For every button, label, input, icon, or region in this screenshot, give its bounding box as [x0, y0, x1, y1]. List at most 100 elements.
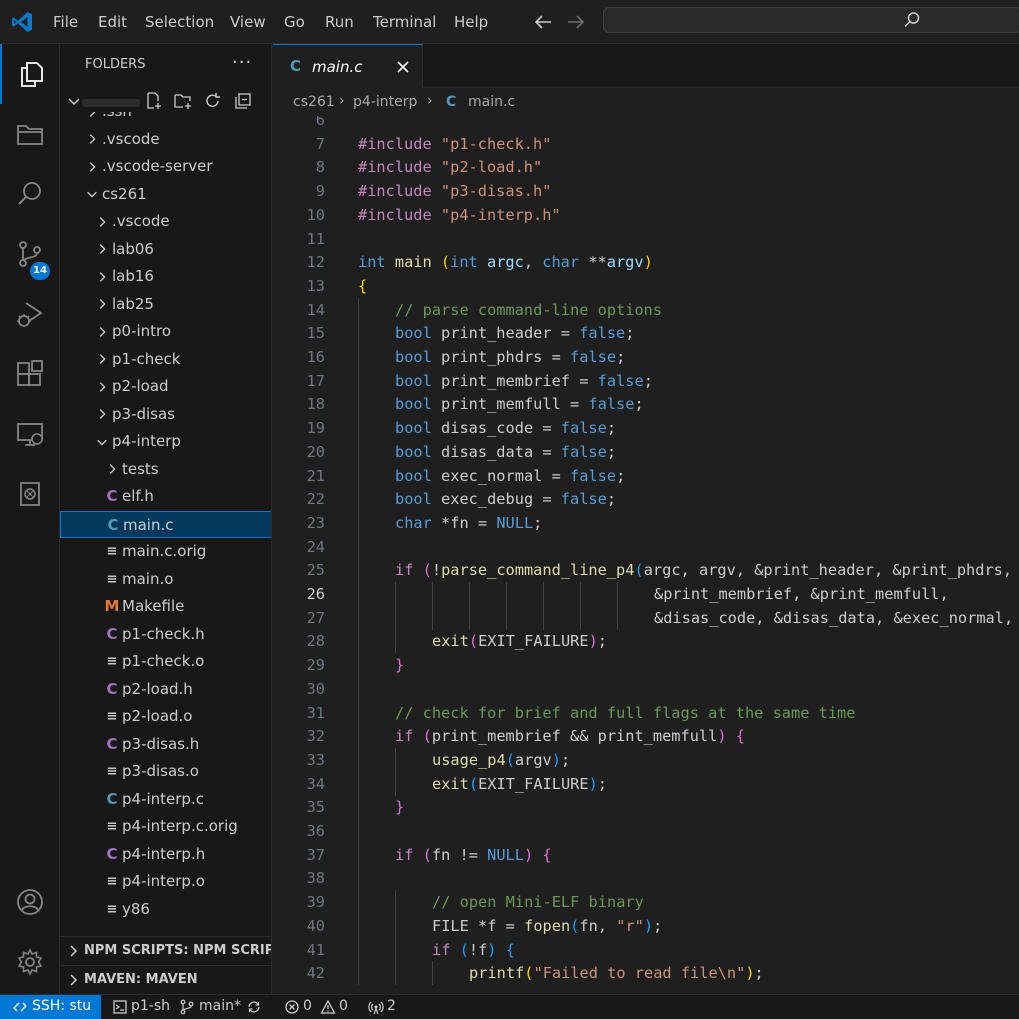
workspace-folder-header[interactable]	[60, 90, 271, 112]
terminal-status[interactable]: p1-sh	[131, 998, 170, 1014]
code-line: 15 bool print_header = false;	[273, 321, 1019, 346]
menu-selection[interactable]: Selection	[145, 12, 214, 32]
search-button[interactable]	[0, 164, 60, 224]
sync-icon[interactable]	[246, 999, 262, 1015]
code-token: )	[588, 774, 598, 793]
git-branch-status[interactable]: main*	[199, 998, 241, 1014]
tree-item[interactable]: ≡ p4-interp.c.orig	[60, 813, 271, 840]
menu-view[interactable]: View	[230, 12, 266, 32]
header-file-icon: C	[106, 487, 118, 505]
line-number: 29	[306, 656, 325, 675]
npm-scripts-section[interactable]: NPM SCRIPTS: NPM SCRIP...	[60, 936, 271, 964]
breadcrumb-p4-interp[interactable]: p4-interp	[353, 94, 417, 110]
tree-item[interactable]: Cp4-interp.h	[60, 841, 271, 868]
code-editor[interactable]: 6 7 #include "p1-check.h" 8 #include "p2-loa…	[273, 116, 1019, 994]
tree-item[interactable]: Celf.h	[60, 483, 271, 510]
line-number: 35	[306, 798, 325, 817]
tree-item[interactable]: ≡ y86	[60, 896, 271, 923]
tree-item[interactable]: lab25	[60, 291, 271, 318]
maven-section[interactable]: MAVEN: MAVEN	[60, 965, 271, 993]
tree-item[interactable]: lab06	[60, 236, 271, 263]
warning-count[interactable]: 0	[339, 998, 348, 1014]
tree-item[interactable]: Cmain.c	[60, 510, 271, 538]
tree-item[interactable]: Cp2-load.h	[60, 676, 271, 703]
tree-item-label: cs261	[102, 184, 147, 203]
indent-guide	[358, 842, 359, 867]
arrow-right-icon[interactable]	[564, 10, 588, 34]
tab-main-c[interactable]: C main.c	[273, 44, 423, 88]
new-folder-icon[interactable]	[174, 92, 192, 110]
tree-item-label: lab25	[112, 294, 154, 313]
tree-item[interactable]: Cp4-interp.c	[60, 786, 271, 813]
code-token: )	[588, 632, 598, 651]
tree-item[interactable]: p3-disas	[60, 401, 271, 428]
tree-item[interactable]: ≡ p4-interp.o	[60, 868, 271, 895]
menu-help[interactable]: Help	[454, 12, 488, 32]
indent-guide	[543, 582, 544, 606]
tree-item[interactable]: cs261	[60, 181, 271, 208]
explorer-button[interactable]	[0, 44, 60, 104]
run-debug-button[interactable]	[0, 284, 60, 344]
tree-item-label: main.o	[122, 569, 174, 588]
tree-item[interactable]: ≡ main.c.orig	[60, 538, 271, 565]
command-center-search[interactable]	[603, 7, 1019, 33]
collapse-all-icon[interactable]	[234, 92, 252, 110]
tree-item[interactable]: .vscode-server	[60, 153, 271, 180]
code-token: ;	[616, 466, 626, 485]
error-count[interactable]: 0	[303, 998, 312, 1014]
tree-item[interactable]: Cp1-check.h	[60, 621, 271, 648]
tree-item[interactable]: .vscode	[60, 208, 271, 235]
tree-item[interactable]: ≡ p3-disas.o	[60, 758, 271, 785]
tree-item[interactable]: Cp3-disas.h	[60, 731, 271, 758]
settings-button[interactable]	[0, 932, 60, 992]
menu-edit[interactable]: Edit	[98, 12, 127, 32]
indent-guide	[358, 534, 359, 559]
tree-item[interactable]: p1-check	[60, 346, 271, 373]
remote-indicator[interactable]: SSH: stu	[0, 995, 101, 1019]
indent-guide	[358, 700, 359, 725]
code-line: 40 FILE *f = fopen(fn, "r");	[273, 913, 1019, 938]
indent-guide	[617, 605, 618, 630]
chevron-right-icon: ›	[427, 93, 433, 109]
remote-explorer-button[interactable]	[0, 404, 60, 464]
tree-item-label: main.c.orig	[122, 542, 207, 560]
close-icon[interactable]	[395, 59, 411, 75]
code-token: ;	[606, 490, 617, 509]
breadcrumb-main-c[interactable]: main.c	[468, 94, 515, 110]
code-line: 14 // parse command-line options	[273, 297, 1019, 322]
refresh-icon[interactable]	[204, 92, 222, 110]
code-text: &disas_code, &disas_data, &exec_normal, …	[654, 606, 1019, 630]
tab-bar: C main.c	[273, 44, 1019, 88]
menu-run[interactable]: Run	[325, 12, 354, 32]
arrow-left-icon[interactable]	[531, 10, 555, 34]
line-number: 7	[315, 134, 325, 153]
code-token: bool	[395, 490, 432, 509]
tree-item[interactable]: M Makefile	[60, 593, 271, 620]
source-control-button[interactable]: 14	[0, 224, 60, 284]
tree-item[interactable]: .vscode	[60, 126, 271, 153]
menu-go[interactable]: Go	[284, 12, 305, 32]
menu-terminal[interactable]: Terminal	[373, 12, 436, 32]
generic-file-icon: ≡	[106, 571, 118, 587]
folder-view-button[interactable]	[0, 104, 60, 164]
extensions-button[interactable]	[0, 344, 60, 404]
more-actions-icon[interactable]: ···	[232, 52, 252, 73]
code-token: false	[560, 442, 607, 461]
ports-count[interactable]: 2	[387, 998, 396, 1014]
tree-item[interactable]: tests	[60, 456, 271, 483]
tree-item[interactable]: .ssh	[60, 112, 271, 125]
code-line: 38	[273, 866, 1019, 891]
account-button[interactable]	[0, 872, 60, 932]
new-file-icon[interactable]	[145, 92, 163, 110]
tree-item[interactable]: ≡ main.o	[60, 566, 271, 593]
tree-item[interactable]: p2-load	[60, 373, 271, 400]
tree-item[interactable]: ≡ p2-load.o	[60, 703, 271, 730]
tree-item[interactable]: lab16	[60, 263, 271, 290]
tree-item[interactable]: ≡ p1-check.o	[60, 648, 271, 675]
docker-button[interactable]	[0, 464, 60, 524]
tree-item[interactable]: p4-interp	[60, 428, 271, 455]
menu-file[interactable]: File	[53, 12, 78, 32]
search-icon	[18, 182, 41, 205]
breadcrumb-cs261[interactable]: cs261	[293, 94, 335, 110]
tree-item[interactable]: p0-intro	[60, 318, 271, 345]
